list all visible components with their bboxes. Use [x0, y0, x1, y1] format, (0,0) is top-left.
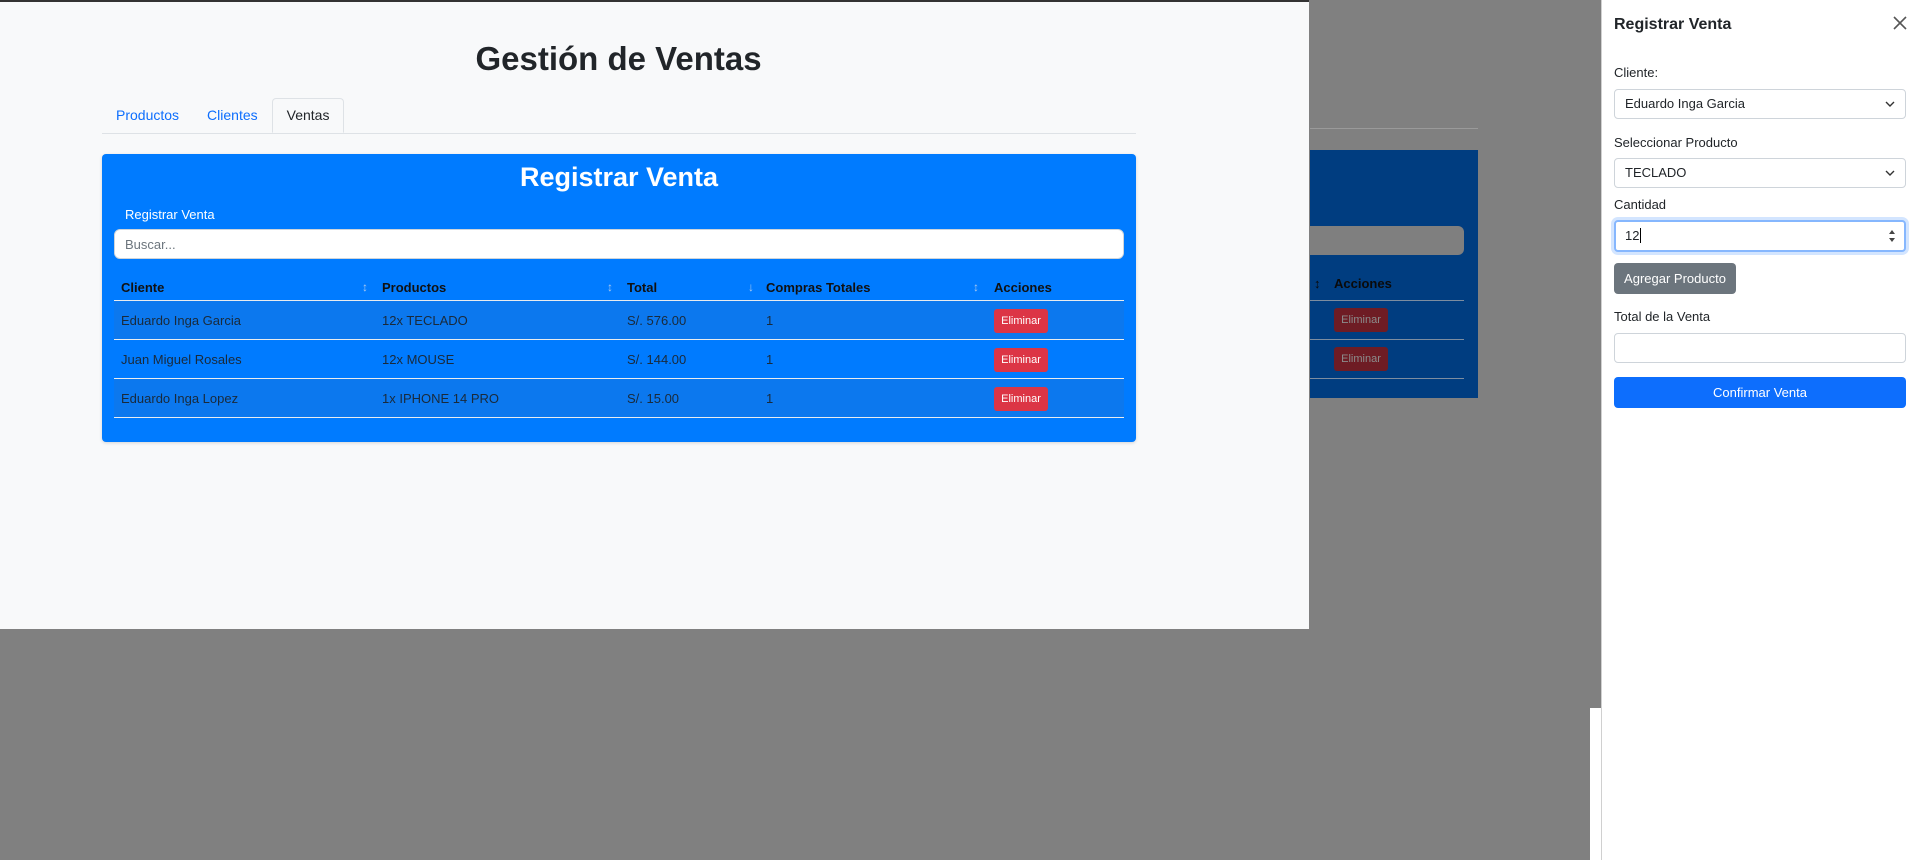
confirm-sale-button[interactable]: Confirmar Venta	[1614, 377, 1906, 408]
card-title: Registrar Venta	[519, 162, 719, 192]
sort-icon[interactable]: ↕	[973, 280, 979, 294]
sales-table: Cliente ↕ Productos ↕ Total ↓ Compras To…	[114, 276, 1124, 418]
background-tabs-divider	[1310, 128, 1478, 129]
chevron-down-icon	[1885, 101, 1895, 107]
sort-icon[interactable]: ↕	[607, 280, 613, 294]
producto-select-value: TECLADO	[1625, 165, 1687, 180]
stepper-icon[interactable]	[1888, 227, 1896, 245]
chevron-down-icon	[1885, 170, 1895, 176]
delete-button[interactable]: Eliminar	[994, 348, 1048, 372]
register-sale-panel: Registrar Venta Cliente: Eduardo Inga Ga…	[1601, 0, 1919, 860]
sort-desc-icon[interactable]: ↓	[748, 280, 754, 294]
main-window: Gestión de Ventas Productos Clientes Ven…	[0, 0, 1309, 629]
background-delete-button: Eliminar	[1334, 347, 1388, 371]
cantidad-value: 12	[1625, 228, 1640, 243]
column-header-cliente[interactable]: Cliente	[121, 280, 164, 295]
background-delete-button: Eliminar	[1334, 308, 1388, 332]
cliente-label: Cliente:	[1614, 65, 1659, 80]
tab-productos[interactable]: Productos	[102, 98, 193, 132]
producto-select[interactable]: TECLADO	[1614, 158, 1906, 188]
cell-total: S/. 15.00	[627, 391, 680, 406]
background-search	[1310, 226, 1464, 255]
background-row-line	[1310, 378, 1464, 379]
cliente-select[interactable]: Eduardo Inga Garcia	[1614, 89, 1906, 119]
close-icon[interactable]	[1891, 14, 1909, 32]
table-row: Juan Miguel Rosales 12x MOUSE S/. 144.00…	[114, 340, 1124, 379]
table-header: Cliente ↕ Productos ↕ Total ↓ Compras To…	[114, 276, 1124, 301]
table-row: Eduardo Inga Garcia 12x TECLADO S/. 576.…	[114, 301, 1124, 340]
cantidad-input[interactable]: 12	[1614, 220, 1906, 252]
delete-button[interactable]: Eliminar	[994, 387, 1048, 411]
total-input[interactable]	[1614, 333, 1906, 363]
column-header-compras-totales[interactable]: Compras Totales	[766, 280, 871, 295]
column-header-productos[interactable]: Productos	[382, 280, 446, 295]
cell-compras: 1	[766, 391, 774, 406]
background-acciones-header: Acciones	[1334, 276, 1392, 291]
cell-compras: 1	[766, 352, 774, 367]
cell-compras: 1	[766, 313, 774, 328]
background-row-line	[1310, 339, 1464, 340]
cantidad-label: Cantidad	[1614, 197, 1667, 212]
cell-total: S/. 144.00	[627, 352, 687, 367]
column-header-acciones: Acciones	[994, 280, 1052, 295]
cell-cliente: Eduardo Inga Garcia	[121, 313, 241, 328]
background-row-line	[1310, 300, 1464, 301]
table-row: Eduardo Inga Lopez 1x IPHONE 14 PRO S/. …	[114, 379, 1124, 418]
card-subtitle: Registrar Venta	[125, 207, 215, 222]
column-header-total[interactable]: Total	[627, 280, 657, 295]
delete-button[interactable]: Eliminar	[994, 309, 1048, 333]
cell-cliente: Juan Miguel Rosales	[121, 352, 242, 367]
search-input[interactable]	[114, 229, 1124, 259]
total-label: Total de la Venta	[1614, 309, 1711, 324]
tab-clientes[interactable]: Clientes	[193, 98, 272, 132]
page-title: Gestión de Ventas	[475, 40, 762, 77]
sort-icon[interactable]: ↕	[362, 280, 368, 294]
cell-productos: 12x TECLADO	[382, 313, 468, 328]
cell-productos: 1x IPHONE 14 PRO	[382, 391, 500, 406]
producto-label: Seleccionar Producto	[1614, 135, 1738, 150]
add-product-button[interactable]: Agregar Producto	[1614, 263, 1736, 294]
cell-cliente: Eduardo Inga Lopez	[121, 391, 239, 406]
tab-ventas[interactable]: Ventas	[271, 98, 345, 133]
panel-title: Registrar Venta	[1614, 16, 1732, 33]
cell-productos: 12x MOUSE	[382, 352, 455, 367]
background-sort-icon: ↕	[1314, 276, 1321, 291]
text-cursor	[1640, 228, 1642, 243]
sales-card: Registrar Venta Registrar Venta Cliente …	[102, 154, 1136, 442]
cliente-select-value: Eduardo Inga Garcia	[1625, 96, 1745, 111]
cell-total: S/. 576.00	[627, 313, 687, 328]
tab-bar: Productos Clientes Ventas	[102, 98, 1136, 134]
